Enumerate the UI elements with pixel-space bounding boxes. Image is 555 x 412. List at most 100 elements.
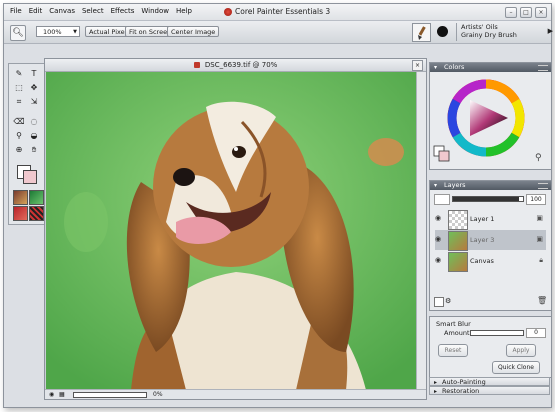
painter-logo-icon <box>224 7 232 16</box>
additional-color-swatch[interactable] <box>23 170 37 184</box>
smart-blur-title: Smart Blur <box>436 320 471 328</box>
lasso-tool-icon[interactable]: ◌ <box>28 116 40 128</box>
layer-name: Layer 1 <box>470 215 495 223</box>
menu-window[interactable]: Window <box>141 7 169 15</box>
brush-category-icon[interactable] <box>412 23 431 42</box>
maximize-button[interactable]: □ <box>520 7 532 18</box>
amount-field[interactable]: 0 <box>526 328 546 338</box>
layer-thumbnail <box>448 210 468 230</box>
layers-panel-header[interactable]: Layers <box>430 181 551 190</box>
pattern-selector-icon[interactable] <box>29 190 44 205</box>
minimize-button[interactable]: – <box>505 7 517 18</box>
document-title-bar: DSC_6639.tif @ 70% × <box>45 59 426 72</box>
property-bar: 🔍︎ 100% ▼ Actual Pixels Fit on Screen Ce… <box>4 21 553 44</box>
colors-panel: Colors ⚲ <box>429 62 552 170</box>
menu-canvas[interactable]: Canvas <box>49 7 75 15</box>
lock-icon[interactable]: 🔒︎ <box>539 256 543 265</box>
brush-category-label: Artists' Oils <box>461 23 498 31</box>
zoom-level-value: 100% <box>43 28 62 36</box>
grabber-tool-icon[interactable]: ✋︎ <box>28 144 40 156</box>
canvas-vertical-scrollbar[interactable] <box>416 72 426 390</box>
eye-icon[interactable]: ◉ <box>435 235 443 243</box>
layers-panel: Layers 100 ◉ Layer 1 ▣ ◉ Layer 3 ▣ ◉ Can… <box>429 180 552 311</box>
chevron-down-icon: ▼ <box>73 29 77 35</box>
transform-tool-icon[interactable]: ⇲ <box>28 96 40 108</box>
painting-canvas[interactable] <box>46 72 416 390</box>
quick-clone-button[interactable]: Quick Clone <box>492 361 540 374</box>
brush-variant-label: Grainy Dry Brush <box>461 31 517 39</box>
restoration-panel-header[interactable]: Restoration <box>429 386 550 396</box>
globe-icon[interactable]: ◉ <box>49 390 54 399</box>
paper-selector-icon[interactable] <box>13 190 28 205</box>
layer-commands-icon[interactable]: ⚙ <box>445 297 451 305</box>
menu-bar: File Edit Canvas Select Effects Window H… <box>4 4 551 21</box>
brush-dab-icon[interactable] <box>437 26 448 37</box>
colors-panel-title: Colors <box>444 63 465 71</box>
app-title: Corel Painter Essentials 3 <box>224 7 330 16</box>
color-wheel[interactable]: ⚲ <box>430 72 551 168</box>
window-controls: – □ × <box>505 7 547 18</box>
apply-button[interactable]: Apply <box>506 344 536 357</box>
smart-blur-panel: Smart Blur Amount 0 Reset Apply Quick Cl… <box>429 316 552 378</box>
layer-row-layer-3[interactable]: ◉ Layer 3 ▣ <box>435 230 546 251</box>
menu-help[interactable]: Help <box>176 7 192 15</box>
layers-panel-title: Layers <box>444 181 466 189</box>
text-tool-icon[interactable]: T <box>28 68 40 80</box>
document-title: DSC_6639.tif @ 70% <box>204 61 278 69</box>
magnifier-icon[interactable]: 🔍︎ <box>10 25 26 41</box>
crop-tool-icon[interactable]: ⌗ <box>13 96 25 108</box>
eraser-tool-icon[interactable]: ⌫ <box>13 116 25 128</box>
layer-name: Layer 3 <box>470 236 495 244</box>
document-status-bar: ◉ ▦ 0% <box>45 389 426 399</box>
toolbox: ✎ T ⬚ ✥ ⌗ ⇲ ⌫ ◌ ⚲ ◒ ⊕ ✋︎ <box>8 63 46 225</box>
layer-thumbnail <box>448 252 468 272</box>
dog-painting-image <box>46 72 416 390</box>
document-window: DSC_6639.tif @ 70% × ◉ ▦ 0% <box>44 58 427 400</box>
panel-grip-icon <box>538 183 548 189</box>
gradient-selector-icon[interactable] <box>13 206 28 221</box>
opacity-slider[interactable] <box>452 196 524 202</box>
paint-bucket-tool-icon[interactable]: ◒ <box>28 130 40 142</box>
new-layer-button[interactable] <box>434 297 444 307</box>
svg-text:⚲: ⚲ <box>535 153 542 163</box>
menu-effects[interactable]: Effects <box>111 7 135 15</box>
layer-thumbnail <box>448 231 468 251</box>
layer-row-canvas[interactable]: ◉ Canvas 🔒︎ <box>435 251 546 272</box>
zoom-slider-value: 0% <box>153 391 163 398</box>
eye-icon[interactable]: ◉ <box>435 256 443 264</box>
grid-icon[interactable]: ▦ <box>59 390 65 399</box>
document-close-button[interactable]: × <box>412 60 423 71</box>
app-title-text: Corel Painter Essentials 3 <box>235 7 331 16</box>
zoom-level-select[interactable]: 100% ▼ <box>36 26 80 37</box>
triangle-right-icon: ▶ <box>547 27 553 35</box>
brush-selector[interactable]: Artists' Oils Grainy Dry Brush ▶ <box>456 23 553 41</box>
dropper-tool-icon[interactable]: ⚲ <box>13 130 25 142</box>
eye-icon[interactable]: ◉ <box>435 214 443 222</box>
colors-panel-header[interactable]: Colors <box>430 63 551 72</box>
layer-row-layer-1[interactable]: ◉ Layer 1 ▣ <box>435 209 546 230</box>
zoom-slider[interactable] <box>73 392 147 398</box>
main-menu: File Edit Canvas Select Effects Window H… <box>10 7 192 15</box>
auto-painting-panel-header[interactable]: Auto-Painting <box>429 377 550 387</box>
reset-button[interactable]: Reset <box>438 344 468 357</box>
opacity-field[interactable]: 100 <box>526 194 546 205</box>
document-icon <box>193 62 200 68</box>
layer-adjuster-tool-icon[interactable]: ✥ <box>28 82 40 94</box>
composite-method-select[interactable] <box>434 194 450 205</box>
layer-name: Canvas <box>470 257 494 265</box>
rect-select-tool-icon[interactable]: ⬚ <box>13 82 25 94</box>
menu-select[interactable]: Select <box>82 7 104 15</box>
menu-file[interactable]: File <box>10 7 22 15</box>
trash-icon[interactable]: 🗑︎ <box>537 296 547 305</box>
amount-slider[interactable] <box>470 330 524 336</box>
magnifier-tool-icon[interactable]: ⊕ <box>13 144 25 156</box>
center-image-button[interactable]: Center Image <box>167 26 220 37</box>
lock-icon[interactable]: ▣ <box>536 235 543 243</box>
panel-grip-icon <box>538 65 548 71</box>
colors-secondary-swatch <box>438 150 450 162</box>
brush-tool-icon[interactable]: ✎ <box>13 68 25 80</box>
nozzle-selector-icon[interactable] <box>29 206 44 221</box>
lock-icon[interactable]: ▣ <box>536 214 543 222</box>
close-button[interactable]: × <box>535 7 547 18</box>
menu-edit[interactable]: Edit <box>29 7 43 15</box>
